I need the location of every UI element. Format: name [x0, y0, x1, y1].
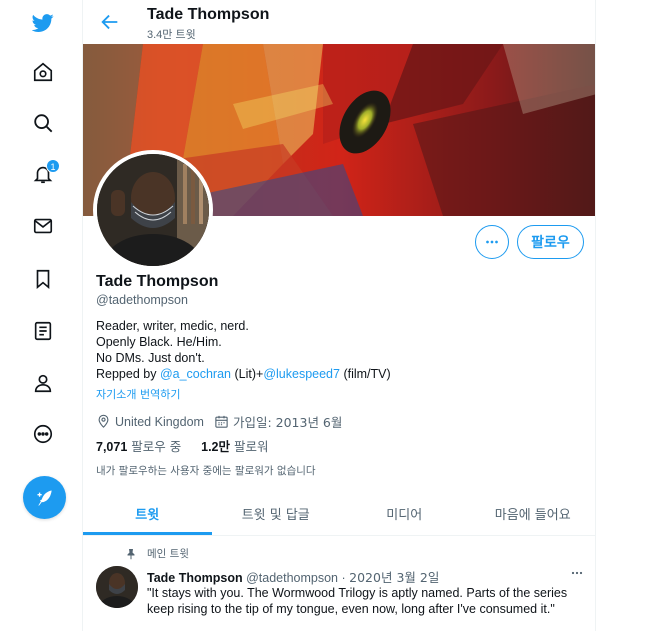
- profile-column: Tade Thompson 3.4만 트윗 팔로우 Tade Thompson …: [82, 0, 596, 631]
- bookmarks-icon[interactable]: [22, 258, 64, 300]
- pinned-tweet-indicator: 메인 트윗: [125, 546, 189, 561]
- messages-icon[interactable]: [22, 205, 64, 247]
- bio-line: Repped by @a_cochran (Lit)+@lukespeed7 (…: [96, 366, 391, 382]
- profile-avatar[interactable]: [93, 150, 213, 270]
- profile-bio: Reader, writer, medic, nerd. Openly Blac…: [96, 318, 391, 382]
- back-arrow-icon[interactable]: [99, 11, 121, 33]
- home-icon[interactable]: [22, 51, 64, 93]
- profile-join-date: 가입일: 2013년 6월: [232, 415, 343, 430]
- followers-you-know-note: 내가 팔로우하는 사용자 중에는 팔로워가 없습니다: [96, 465, 316, 477]
- pin-icon: [127, 548, 135, 559]
- bio-line: Reader, writer, medic, nerd.: [96, 319, 249, 333]
- tab-tweets-and-replies[interactable]: 트윗 및 답글: [212, 492, 341, 535]
- profile-tabs: 트윗 트윗 및 답글 미디어 마음에 들어요: [83, 492, 596, 536]
- following-link[interactable]: 7,071 팔로우 중: [96, 439, 181, 454]
- lists-icon[interactable]: [22, 310, 64, 352]
- tweet-separator: ·: [341, 571, 346, 585]
- header-tweet-count: 3.4만 트윗: [147, 29, 196, 41]
- following-label: 팔로우 중: [131, 439, 182, 454]
- bio-line: Openly Black. He/Him.: [96, 335, 222, 349]
- bio-text: (Lit)+: [231, 367, 264, 381]
- profile-meta: United Kingdom 가입일: 2013년 6월: [96, 412, 342, 431]
- notifications-icon[interactable]: 1: [22, 153, 64, 195]
- bio-mention-link[interactable]: @lukespeed7: [263, 367, 340, 381]
- calendar-icon: [215, 415, 228, 428]
- more-dots-icon: [486, 240, 498, 244]
- profile-name: Tade Thompson: [96, 273, 219, 290]
- notification-count-badge: 1: [46, 159, 60, 173]
- tab-media[interactable]: 미디어: [340, 492, 469, 535]
- sidebar-nav: 1: [0, 0, 82, 631]
- profile-more-options-button[interactable]: [475, 225, 509, 259]
- tweet-text: "It stays with you. The Wormwood Trilogy…: [147, 586, 568, 616]
- twitter-logo-icon[interactable]: [22, 2, 64, 44]
- tweet-more-options-icon[interactable]: [567, 565, 587, 581]
- pinned-label: 메인 트윗: [147, 548, 189, 560]
- translate-bio-link[interactable]: 자기소개 번역하기: [96, 386, 180, 402]
- follow-counts: 7,071 팔로우 중 1.2만 팔로워: [96, 436, 269, 455]
- profile-handle: @tadethompson: [96, 293, 188, 307]
- tab-likes[interactable]: 마음에 들어요: [469, 492, 596, 535]
- explore-icon[interactable]: [22, 102, 64, 144]
- followers-label: 팔로워: [234, 439, 269, 454]
- followers-count: 1.2만: [201, 440, 231, 454]
- more-icon[interactable]: [22, 413, 64, 455]
- header-profile-name: Tade Thompson: [147, 6, 270, 23]
- tweet-header: Tade Thompson @tadethompson · 2020년 3월 2…: [147, 567, 439, 586]
- bio-line: No DMs. Just don't.: [96, 351, 205, 365]
- bio-mention-link[interactable]: @a_cochran: [160, 367, 231, 381]
- bio-text: Repped by: [96, 367, 160, 381]
- followers-link[interactable]: 1.2만 팔로워: [201, 439, 268, 454]
- compose-feather-icon: [37, 490, 52, 505]
- tab-tweets[interactable]: 트윗: [83, 492, 212, 535]
- tweet-author-name[interactable]: Tade Thompson: [147, 571, 243, 585]
- profile-header-bar: Tade Thompson 3.4만 트윗: [83, 0, 595, 44]
- follow-button[interactable]: 팔로우: [517, 225, 584, 259]
- compose-tweet-button[interactable]: [23, 476, 66, 519]
- tweet-date[interactable]: 2020년 3월 2일: [349, 570, 439, 585]
- tweet-author-avatar[interactable]: [96, 566, 138, 608]
- profile-location: United Kingdom: [115, 414, 204, 429]
- tweet-author-handle[interactable]: @tadethompson: [246, 571, 338, 585]
- location-pin-icon: [98, 414, 109, 428]
- profile-icon[interactable]: [22, 362, 64, 404]
- following-count: 7,071: [96, 440, 128, 454]
- bio-text: (film/TV): [339, 367, 391, 381]
